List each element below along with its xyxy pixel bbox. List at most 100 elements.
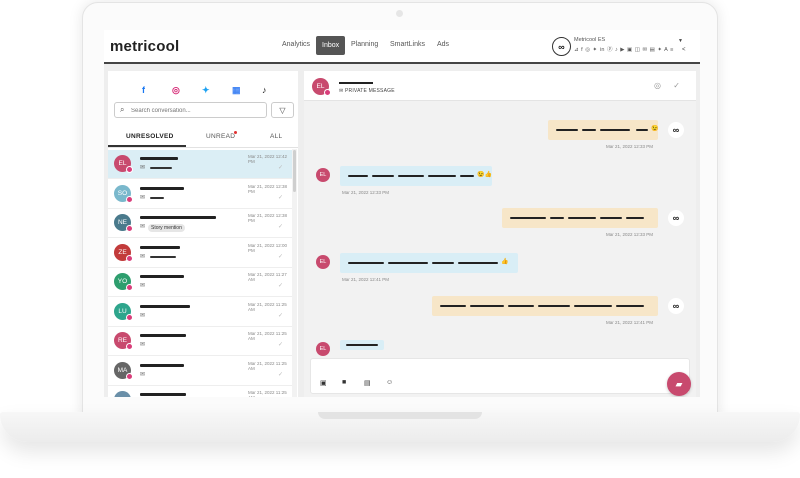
scrollbar-thumb[interactable] [293, 150, 296, 192]
instagram-icon[interactable]: ◎ [172, 85, 180, 96]
nav-analytics[interactable]: Analytics [282, 41, 310, 48]
message-preview-redacted [150, 255, 176, 258]
metricool-logo[interactable]: metricool [110, 38, 179, 55]
conversation-date: Mar 21, 2022 12:42 PM [248, 154, 288, 164]
check-icon[interactable]: ✓ [278, 283, 283, 289]
top-navigation: metricool Analytics Inbox Planning Smart… [104, 30, 700, 64]
instagram-badge-icon [324, 89, 331, 96]
resolve-check-icon[interactable]: ✓ [673, 81, 680, 90]
search-box[interactable]: ⌕ [114, 102, 267, 118]
conversation-item[interactable]: YO ✉ Mar 21, 2022 11:27 AM ✓ [108, 268, 292, 297]
tab-all[interactable]: ALL [270, 133, 282, 140]
row-actions: ✓ [278, 341, 283, 348]
check-icon[interactable]: ✓ [278, 342, 283, 348]
google-business-icon[interactable]: ▦ [232, 85, 241, 96]
hide-icon[interactable]: ◎ [654, 81, 661, 90]
story-mention-tag: Story mention [148, 224, 185, 232]
message-timestamp: Mar 21, 2022 12:41 PM [606, 320, 654, 325]
instagram-badge-icon [126, 195, 133, 203]
message-text-redacted [428, 175, 456, 177]
emoji-icon[interactable]: ☺ [386, 379, 393, 386]
row-actions: ✓ [278, 282, 283, 289]
nav-inbox[interactable]: Inbox [316, 36, 346, 55]
message-text-redacted [432, 262, 454, 264]
video-icon[interactable]: ■ [342, 379, 346, 386]
send-button[interactable]: ▰ [667, 372, 691, 396]
check-icon[interactable]: ✓ [278, 224, 283, 230]
facebook-icon[interactable]: f [142, 85, 145, 95]
message-text-redacted [568, 217, 596, 219]
conversation-item[interactable]: RE ✉ Mar 21, 2022 11:25 AM ✓ [108, 327, 292, 356]
twitter-icon[interactable]: ✦ [202, 85, 210, 96]
instagram-badge-icon [126, 254, 133, 262]
contact-avatar[interactable]: EL [316, 342, 330, 356]
check-icon[interactable]: ✓ [278, 254, 283, 260]
row-actions: ✓ [278, 312, 283, 319]
brand-avatar: ∞ [668, 298, 684, 314]
outgoing-message: 😉 [548, 120, 658, 140]
conversation-item[interactable]: EL ✉ Mar 21, 2022 12:42 PM ✓ [108, 150, 292, 179]
conversation-item[interactable]: ✉Mar 21, 2022 11:25 AM✓ [108, 386, 292, 397]
chat-header: EL ✉ PRIVATE MESSAGE ◎ ✓ [304, 71, 696, 101]
check-icon[interactable]: ✓ [278, 313, 283, 319]
conversation-item[interactable]: ZE ✉ Mar 21, 2022 12:00 PM ✓ [108, 238, 292, 268]
message-composer[interactable]: ▣ ■ ▤ ☺ [310, 358, 690, 394]
contact-name-redacted [140, 216, 216, 219]
chat-bubble-icon: ▰ [675, 378, 683, 389]
row-actions: ✓ [278, 194, 283, 201]
message-emoji: 😉👍 [477, 172, 492, 178]
nav-ads[interactable]: Ads [437, 41, 449, 48]
tab-unread[interactable]: UNREAD [206, 133, 235, 140]
conversation-item[interactable]: LU ✉ Mar 21, 2022 11:25 AM ✓ [108, 297, 292, 327]
check-icon[interactable]: ✓ [278, 195, 283, 201]
filter-button[interactable]: ▽ [271, 102, 294, 118]
conversation-item[interactable]: SO ✉ Mar 21, 2022 12:38 PM ✓ [108, 179, 292, 209]
conversation-item[interactable]: MA ✉ Mar 21, 2022 11:25 AM ✓ [108, 356, 292, 386]
message-timestamp: Mar 21, 2022 12:33 PM [606, 232, 654, 237]
gif-icon[interactable]: ▤ [364, 379, 371, 387]
message-icon: ✉ [140, 194, 146, 201]
conversation-date: Mar 21, 2022 11:25 AM [248, 360, 287, 371]
message-text-redacted [372, 175, 394, 177]
nav-smartlinks[interactable]: SmartLinks [390, 41, 425, 48]
message-preview-redacted [150, 167, 172, 169]
conversation-date: Mar 21, 2022 12:00 PM [248, 242, 288, 253]
tab-unresolved[interactable]: UNRESOLVED [126, 133, 174, 140]
search-icon: ⌕ [120, 105, 125, 114]
message-icon: ✉ [140, 371, 146, 378]
contact-avatar [114, 391, 131, 397]
message-icon: ✉ [140, 312, 146, 319]
message-text-redacted [550, 217, 564, 219]
brand-selector[interactable]: ∞ Metricool ES ⊿ f ◎ ✦ in ⓟ ♪ ▶ ▣ ◫ ✉ ▤ … [552, 37, 690, 57]
webcam [396, 10, 403, 17]
image-icon[interactable]: ▣ [320, 379, 327, 387]
message-text-redacted [582, 129, 596, 131]
conversation-date: Mar 21, 2022 11:25 AM [248, 331, 287, 341]
brand-name: Metricool ES [574, 37, 606, 43]
tiktok-icon[interactable]: ♪ [262, 85, 267, 95]
conversation-date: Mar 21, 2022 11:27 AM [248, 272, 287, 282]
conversation-date: Mar 21, 2022 12:38 PM [248, 183, 288, 194]
chevron-down-icon[interactable]: ▼ [678, 38, 683, 44]
conversation-item[interactable]: NE ✉ Story mention Mar 21, 2022 12:38 PM ✓ [108, 209, 292, 238]
message-text-redacted [458, 262, 498, 264]
check-icon[interactable]: ✓ [278, 372, 283, 378]
contact-avatar[interactable]: EL [316, 168, 330, 182]
message-text-redacted [348, 175, 368, 177]
chat-panel: EL ✉ PRIVATE MESSAGE ◎ ✓ 😉 Mar 21, 2022 1… [304, 71, 696, 397]
incoming-message [340, 340, 384, 350]
contact-avatar[interactable]: EL [316, 255, 330, 269]
instagram-badge-icon [126, 166, 133, 173]
message-icon: ✉ [140, 283, 146, 289]
share-icon[interactable]: < [682, 47, 686, 53]
message-text-redacted [470, 305, 504, 307]
tabs-divider [108, 147, 298, 148]
nav-planning[interactable]: Planning [351, 41, 378, 48]
message-text-redacted [508, 305, 534, 307]
conversation-panel: f ◎ ✦ ▦ ♪ ⌕ ▽ UNRESOLVED UNREAD ALL EL✉Mar 2… [108, 71, 298, 397]
search-input[interactable] [131, 106, 261, 115]
row-actions: ✓ [278, 371, 283, 378]
row-actions: ✓ [278, 223, 283, 230]
contact-name-redacted [140, 275, 184, 278]
check-icon[interactable]: ✓ [278, 165, 283, 171]
